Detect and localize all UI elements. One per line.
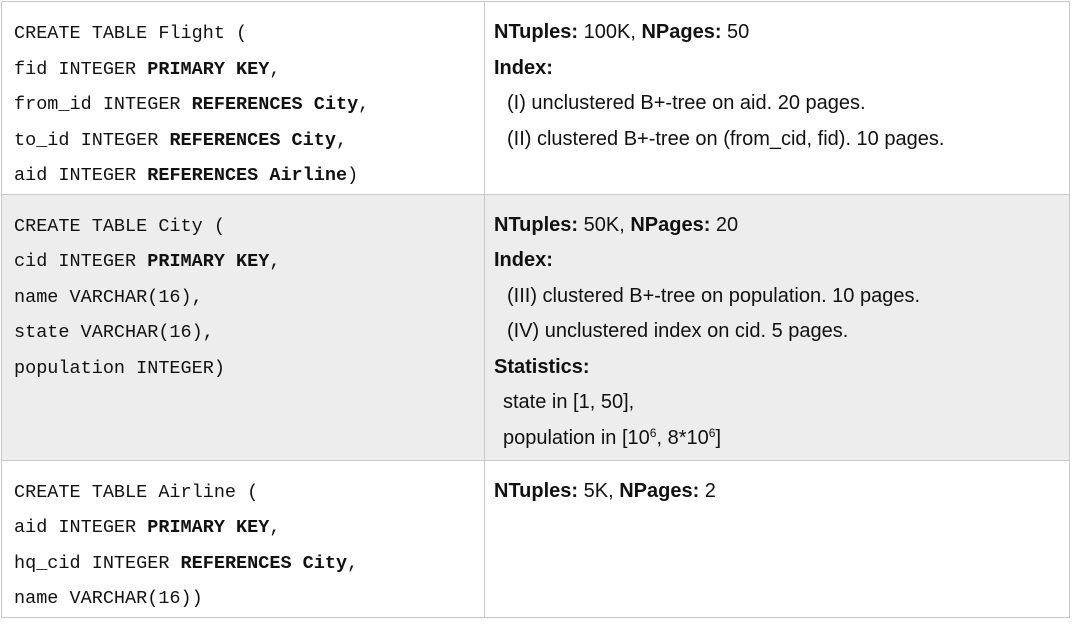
city-index-3: (III) clustered B+-tree on population. 1… <box>507 284 921 307</box>
npages-label: NPages: <box>619 479 700 502</box>
code-text: , <box>358 94 370 115</box>
code-keyword: PRIMARY KEY <box>147 58 270 80</box>
airline-stats-cell: NTuples: 5K, NPages: 2 <box>484 459 1070 618</box>
code-keyword: PRIMARY KEY <box>147 251 270 272</box>
code-text: state VARCHAR(16), <box>14 322 214 343</box>
flight-ddl-cell: CREATE TABLE Flight ( fid INTEGER PRIMAR… <box>1 1 485 195</box>
table-row-city: CREATE TABLE City ( cid INTEGER PRIMARY … <box>1 193 1070 461</box>
ntuples-label: NTuples: <box>494 213 579 236</box>
airline-ddl-line-3: hq_cid INTEGER REFERENCES City, <box>14 546 484 582</box>
airline-ddl-line-1: CREATE TABLE Airline ( <box>14 475 484 511</box>
code-keyword: REFERENCES Airline <box>147 165 348 186</box>
airline-ddl-line-4: name VARCHAR(16)) <box>14 581 484 617</box>
stat-text: , 8*10 <box>656 426 709 449</box>
npages-value: 20 <box>710 213 739 236</box>
code-keyword: REFERENCES City <box>180 552 348 574</box>
npages-value: 2 <box>699 479 716 502</box>
code-text: hq_cid INTEGER <box>14 552 181 574</box>
code-keyword: REFERENCES City <box>191 94 359 115</box>
flight-index-1: (I) unclustered B+-tree on aid. 20 pages… <box>507 92 866 114</box>
code-text: CREATE TABLE Flight ( <box>14 23 248 44</box>
flight-size-line: NTuples: 100K, NPages: 50 <box>494 15 1069 51</box>
city-stat-state: state in [1, 50], <box>503 391 635 413</box>
flight-ddl-line-3: from_id INTEGER REFERENCES City, <box>14 87 484 123</box>
npages-label: NPages: <box>630 213 711 236</box>
code-text: population INTEGER) <box>14 357 225 379</box>
city-ddl-line-3: name VARCHAR(16), <box>14 280 484 316</box>
code-text: , <box>335 129 348 151</box>
city-size-line: NTuples: 50K, NPages: 20 <box>494 208 1069 244</box>
code-text: aid INTEGER <box>14 517 148 538</box>
npages-value: 50 <box>721 21 750 43</box>
ntuples-value: 50K, <box>578 213 631 236</box>
code-text: from_id INTEGER <box>14 94 192 115</box>
code-text: , <box>269 58 281 80</box>
city-stats-cell: NTuples: 50K, NPages: 20 Index: (III) cl… <box>484 193 1070 461</box>
index-label: Index: <box>494 56 553 79</box>
code-text: name VARCHAR(16), <box>14 286 203 308</box>
city-ddl-line-1: CREATE TABLE City ( <box>14 209 484 245</box>
flight-ddl-line-5: aid INTEGER REFERENCES Airline) <box>14 158 484 194</box>
npages-label: NPages: <box>641 21 722 43</box>
code-text: , <box>347 552 359 574</box>
flight-index-heading: Index: <box>494 51 1069 87</box>
city-ddl-cell: CREATE TABLE City ( cid INTEGER PRIMARY … <box>1 193 485 461</box>
ntuples-label: NTuples: <box>494 479 579 502</box>
flight-ddl-line-4: to_id INTEGER REFERENCES City, <box>14 123 484 159</box>
city-ddl-line-2: cid INTEGER PRIMARY KEY, <box>14 244 484 280</box>
code-text: CREATE TABLE Airline ( <box>14 481 259 503</box>
code-text: , <box>269 251 281 272</box>
city-statistics-heading: Statistics: <box>494 350 1069 386</box>
code-text: aid INTEGER <box>14 165 148 186</box>
city-ddl-line-4: state VARCHAR(16), <box>14 315 484 351</box>
index-label: Index: <box>494 249 553 271</box>
code-text: name VARCHAR(16)) <box>14 588 203 609</box>
code-text: to_id INTEGER <box>14 129 170 151</box>
code-text: fid INTEGER <box>14 58 148 80</box>
code-text: cid INTEGER <box>14 251 148 272</box>
table-row-flight: CREATE TABLE Flight ( fid INTEGER PRIMAR… <box>1 1 1070 195</box>
flight-stats-cell: NTuples: 100K, NPages: 50 Index: (I) unc… <box>484 1 1070 195</box>
airline-ddl-cell: CREATE TABLE Airline ( aid INTEGER PRIMA… <box>1 459 485 618</box>
ntuples-value: 5K, <box>578 479 620 502</box>
city-index-heading: Index: <box>494 243 1069 279</box>
stat-text: ] <box>715 426 721 449</box>
code-keyword: PRIMARY KEY <box>147 517 270 538</box>
flight-ddl-line-2: fid INTEGER PRIMARY KEY, <box>14 52 484 88</box>
flight-ddl-line-1: CREATE TABLE Flight ( <box>14 16 484 52</box>
stat-text: population in [10 <box>503 426 650 449</box>
code-keyword: REFERENCES City <box>169 129 336 151</box>
table-row-airline: CREATE TABLE Airline ( aid INTEGER PRIMA… <box>1 459 1070 618</box>
statistics-label: Statistics: <box>494 355 590 378</box>
ntuples-label: NTuples: <box>494 21 579 43</box>
airline-size-line: NTuples: 5K, NPages: 2 <box>494 474 1069 510</box>
city-ddl-line-5: population INTEGER) <box>14 351 484 387</box>
code-text: ) <box>347 165 359 186</box>
airline-ddl-line-2: aid INTEGER PRIMARY KEY, <box>14 510 484 546</box>
city-stat-population: population in [106, 8*106] <box>494 421 1069 457</box>
code-text: , <box>269 517 281 538</box>
flight-index-2: (II) clustered B+-tree on (from_cid, fid… <box>507 127 945 150</box>
code-text: CREATE TABLE City ( <box>14 215 225 237</box>
schema-table: CREATE TABLE Flight ( fid INTEGER PRIMAR… <box>1 1 1070 618</box>
city-index-4: (IV) unclustered index on cid. 5 pages. <box>507 320 849 342</box>
ntuples-value: 100K, <box>578 21 642 43</box>
